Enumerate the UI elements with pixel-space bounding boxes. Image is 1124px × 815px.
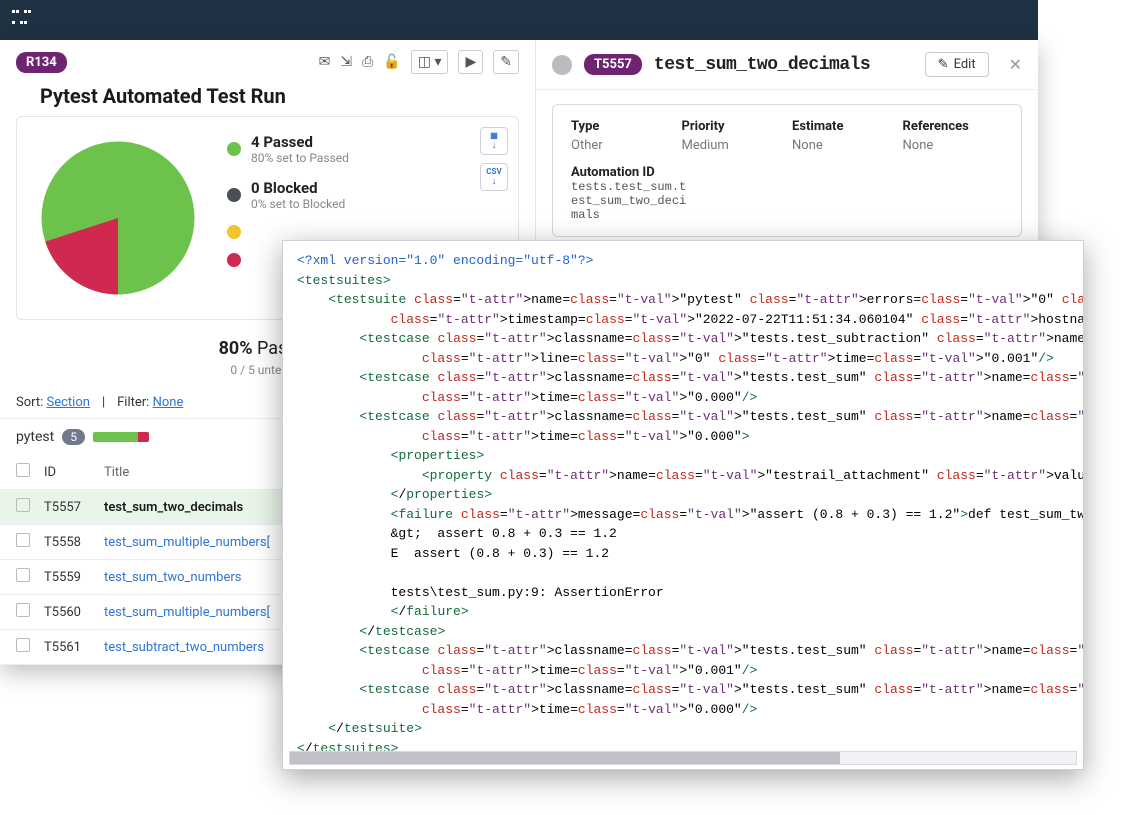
row-checkbox[interactable] [16,603,30,617]
topbar [0,0,1038,40]
estimate-value: None [792,138,893,153]
estimate-header: Estimate [792,119,893,134]
priority-value: Medium [682,138,783,153]
row-checkbox[interactable] [16,498,30,512]
row-checkbox[interactable] [16,533,30,547]
print-icon[interactable]: ⎙ [362,54,373,70]
row-id: T5560 [44,605,104,620]
legend-passed-sub: 80% set to Passed [251,151,349,165]
close-icon[interactable]: ✕ [1009,55,1022,74]
detail-title: test_sum_two_decimals [654,55,870,75]
automation-value: tests.test_sum.test_sum_two_decimals [571,180,691,222]
row-checkbox[interactable] [16,568,30,582]
sort-label: Sort: [16,395,43,410]
toolbar: ✉ ⇲ ⎙ 🔓 ◫ ▾ ▶ ✎ [319,50,519,74]
export-csv-button[interactable]: CSV↓ [480,163,508,191]
references-header: References [903,119,1004,134]
chart-dropdown[interactable]: ◫ ▾ [411,50,449,74]
detail-header: T5557 test_sum_two_decimals ✎ Edit ✕ [536,40,1038,90]
pie-chart [33,133,203,303]
lock-icon[interactable]: 🔓 [383,54,400,70]
page-title: Pytest Automated Test Run [40,84,535,108]
summary-percent: 80% [219,338,253,359]
references-value: None [903,138,1004,153]
export-icon[interactable]: ⇲ [340,54,352,70]
detail-card: Type Priority Estimate References Other … [552,104,1022,237]
export-image-button[interactable]: ▦↓ [480,127,508,155]
section-progress [93,432,149,442]
mail-icon[interactable]: ✉ [319,54,331,70]
legend-blocked-label: 0 Blocked [251,179,345,197]
section-count-badge: 5 [62,429,85,445]
app-logo-icon [12,10,32,30]
filter-label: Filter: [117,395,149,410]
row-id: T5557 [44,500,104,515]
horizontal-scrollbar[interactable] [289,751,1077,765]
run-badge[interactable]: R134 [16,52,67,73]
row-id: T5561 [44,640,104,655]
row-id: T5558 [44,535,104,550]
row-id: T5559 [44,570,104,585]
priority-header: Priority [682,119,783,134]
test-badge[interactable]: T5557 [584,54,642,75]
edit-button[interactable]: ✎ [493,50,519,74]
filter-link[interactable]: None [153,395,184,410]
row-checkbox[interactable] [16,638,30,652]
legend-dot-passed [227,142,241,156]
select-all-checkbox[interactable] [16,463,30,477]
play-button[interactable]: ▶ [458,50,483,74]
sort-link[interactable]: Section [47,395,90,410]
legend-dot-failed [227,253,241,267]
automation-header: Automation ID [571,165,1003,180]
type-header: Type [571,119,672,134]
legend-dot-retest [227,225,241,239]
xml-code-panel[interactable]: <?xml version="1.0" encoding="utf-8"?> <… [282,240,1084,770]
col-id-header[interactable]: ID [44,465,104,480]
section-name: pytest [16,429,54,445]
legend-blocked-sub: 0% set to Blocked [251,197,345,211]
legend-passed-label: 4 Passed [251,133,349,151]
legend-dot-blocked [227,188,241,202]
status-dot-icon [552,55,572,75]
type-value: Other [571,138,672,153]
header-row: R134 ✉ ⇲ ⎙ 🔓 ◫ ▾ ▶ ✎ [0,40,535,84]
edit-test-button[interactable]: ✎ Edit [925,52,989,77]
